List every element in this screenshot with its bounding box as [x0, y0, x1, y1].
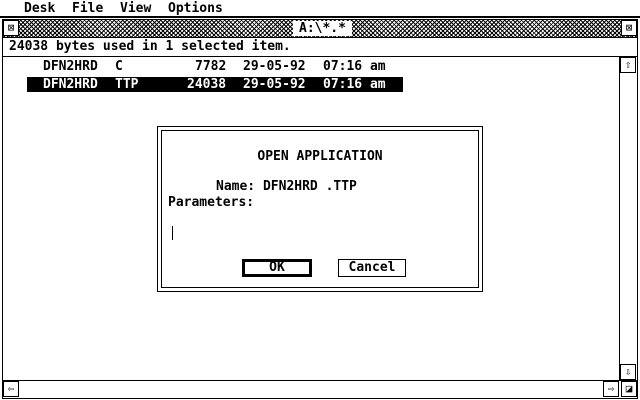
fuller-box-icon[interactable]: ⊠ [621, 20, 637, 36]
scroll-up-icon[interactable]: ⇧ [620, 57, 636, 73]
scroll-right-icon[interactable]: ⇨ [603, 381, 619, 397]
window-title: A:\*.* [293, 21, 352, 36]
ok-button[interactable]: OK [242, 259, 312, 277]
application-name-label: Name: DFN2HRD .TTP [216, 179, 357, 194]
file-size: 24038 [187, 77, 227, 92]
file-row-selected[interactable]: DFN2HRD TTP 24038 29-05-92 07:16 am [27, 77, 403, 92]
file-time: 07:16 am [323, 77, 386, 92]
close-box-icon[interactable]: ⊠ [3, 20, 19, 36]
scroll-left-icon[interactable]: ⇦ [3, 381, 19, 397]
parameters-label: Parameters: [168, 195, 255, 210]
file-time: 07:16 am [323, 59, 386, 74]
scroll-down-icon[interactable]: ⇩ [620, 364, 636, 380]
menu-options[interactable]: Options [168, 1, 223, 17]
horizontal-scrollbar[interactable]: ⇦ ⇨ ◪ [3, 380, 637, 398]
file-date: 29-05-92 [243, 59, 306, 74]
file-size: 7782 [195, 59, 227, 74]
vertical-scrollbar[interactable]: ⇧ ⇩ [619, 57, 637, 380]
cancel-button[interactable]: Cancel [338, 259, 406, 277]
window-title-bar[interactable]: ⊠ A:\*.* ⊠ [3, 20, 637, 38]
dialog-title: OPEN APPLICATION [257, 149, 383, 164]
text-cursor [172, 226, 173, 240]
menu-desk[interactable]: Desk [24, 1, 55, 17]
file-row[interactable]: DFN2HRD C 7782 29-05-92 07:16 am [27, 59, 403, 74]
parameters-input[interactable]: ----------------------------------------… [172, 225, 476, 241]
menu-bar: Desk File View Options [0, 0, 640, 18]
file-name: DFN2HRD [43, 59, 98, 74]
menu-file[interactable]: File [72, 1, 103, 17]
menu-view[interactable]: View [120, 1, 151, 17]
file-ext: C [115, 59, 123, 74]
dialog-frame: OPEN APPLICATION Name: DFN2HRD .TTP Para… [161, 130, 479, 288]
size-box-icon[interactable]: ◪ [621, 381, 637, 397]
open-application-dialog: OPEN APPLICATION Name: DFN2HRD .TTP Para… [157, 126, 483, 292]
file-ext: TTP [115, 77, 139, 92]
file-date: 29-05-92 [243, 77, 306, 92]
window-info-line: 24038 bytes used in 1 selected item. [3, 38, 637, 57]
file-name: DFN2HRD [43, 77, 98, 92]
